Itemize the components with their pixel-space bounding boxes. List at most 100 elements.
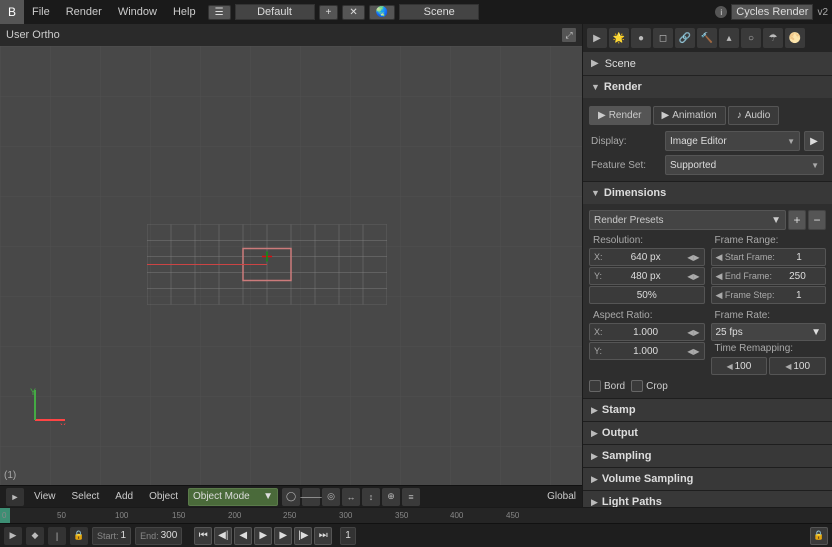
light-paths-section-header[interactable]: ▶ Light Paths — [583, 491, 832, 507]
feature-select[interactable]: Supported ▼ — [665, 155, 824, 175]
lock-icon[interactable]: 🔒 — [70, 527, 88, 545]
orient-icon[interactable]: ↕ — [362, 488, 380, 506]
x-screen-btn[interactable]: ✕ — [342, 5, 364, 20]
layer-icon[interactable]: ≡ — [402, 488, 420, 506]
ruler-mark-200: 200 — [228, 511, 241, 520]
aspect-x-field[interactable]: X: 1.000 ◀▶ — [589, 323, 705, 341]
menu-file[interactable]: File — [24, 0, 58, 24]
transform-icon[interactable]: ↔ — [342, 488, 360, 506]
dimensions-section-title: Dimensions — [604, 187, 666, 199]
next-frame-btn[interactable]: ▶ — [274, 527, 292, 545]
play-btn[interactable]: ▶ — [254, 527, 272, 545]
data-icon[interactable]: ▴ — [719, 28, 739, 48]
maximize-icon[interactable]: ⤢ — [562, 28, 576, 42]
add-menu[interactable]: Add — [109, 488, 139, 506]
top-bar: B File Render Window Help ☰ Default + ✕ … — [0, 0, 832, 24]
presets-select[interactable]: Render Presets ▼ — [589, 210, 786, 230]
fps-select[interactable]: 25 fps ▼ — [711, 323, 827, 341]
viewport-header: User Ortho ⤢ — [0, 24, 582, 46]
res-x-field[interactable]: X: 640 px ◀▶ — [589, 248, 705, 266]
menu-render[interactable]: Render — [58, 0, 110, 24]
preset-add-btn[interactable]: + — [788, 210, 806, 230]
ruler-mark-250: 250 — [283, 511, 296, 520]
object-menu[interactable]: Object — [143, 488, 184, 506]
remap-new-field[interactable]: ◀ 100 — [769, 357, 826, 375]
viewport-shading-icon[interactable]: ◯ — [282, 488, 300, 506]
frame-step-field[interactable]: ◀ Frame Step: 1 — [711, 286, 827, 304]
prev-keyframe-btn[interactable]: ◀| — [214, 527, 232, 545]
ruler-mark-450: 450 — [506, 511, 519, 520]
end-field-val[interactable]: 300 — [161, 530, 178, 541]
start-frame-field[interactable]: ◀ Start Frame: 1 — [711, 248, 827, 266]
blender-icon[interactable]: B — [0, 0, 24, 24]
sampling-section-title: Sampling — [602, 450, 652, 462]
modifier-icon[interactable]: 🔨 — [697, 28, 717, 48]
view-menu[interactable]: View — [28, 488, 62, 506]
end-lock-btn[interactable]: 🔒 — [810, 527, 828, 545]
screen-mode-btn[interactable]: ☰ — [208, 5, 231, 20]
manipulator-icon[interactable]: ⊕ — [382, 488, 400, 506]
sampling-arrow-icon: ▶ — [591, 451, 598, 462]
add-screen-btn[interactable]: + — [319, 5, 339, 20]
snap-icon[interactable]: ⸻ — [302, 488, 320, 506]
stamp-section-header[interactable]: ▶ Stamp — [583, 399, 832, 421]
display-icon-btn[interactable]: ▶ — [804, 131, 824, 151]
output-section-header[interactable]: ▶ Output — [583, 422, 832, 444]
jump-start-btn[interactable]: ⏮ — [194, 527, 212, 545]
scene-props-icon[interactable]: 🌟 — [609, 28, 629, 48]
particles-icon[interactable]: ☂ — [763, 28, 783, 48]
sampling-section-header[interactable]: ▶ Sampling — [583, 445, 832, 467]
render-arrow-icon: ▼ — [591, 82, 600, 92]
bord-checkbox[interactable] — [589, 380, 601, 392]
menu-help[interactable]: Help — [165, 0, 204, 24]
status-bar: ▶ ◆ | 🔒 Start: 1 End: 300 ⏮ ◀| ◀ ▶ ▶ |▶ … — [0, 523, 832, 547]
world-icon[interactable]: ● — [631, 28, 651, 48]
frame-rate-col: Frame Rate: 25 fps ▼ Time Remapping: ◀ 1… — [711, 309, 827, 376]
timeline-ruler[interactable]: 0 50 100 150 200 250 300 350 400 450 — [0, 507, 832, 523]
workspace-label[interactable]: Default — [235, 4, 315, 20]
constraint-icon[interactable]: 🔗 — [675, 28, 695, 48]
aspect-y-field[interactable]: Y: 1.000 ◀▶ — [589, 342, 705, 360]
viewport-title: User Ortho — [6, 29, 60, 41]
display-select[interactable]: Image Editor ▼ — [665, 131, 800, 151]
render-tab-audio[interactable]: ♪ Audio — [728, 106, 780, 125]
remap-old-field[interactable]: ◀ 100 — [711, 357, 768, 375]
prev-frame-btn[interactable]: ◀ — [234, 527, 252, 545]
render-tabs: ▶ Render ▶ Animation ♪ Audio — [583, 102, 832, 129]
keyframe-icon[interactable]: ◆ — [26, 527, 44, 545]
engine-select[interactable]: Cycles Render — [731, 4, 813, 20]
next-keyframe-btn[interactable]: |▶ — [294, 527, 312, 545]
render-icon[interactable]: ▶ — [587, 28, 607, 48]
crop-checkbox-group: Crop — [631, 380, 668, 392]
animation-icon: ▶ — [662, 110, 670, 121]
proportional-edit-icon[interactable]: ◎ — [322, 488, 340, 506]
material-icon[interactable]: ○ — [741, 28, 761, 48]
frame-counter[interactable]: 1 — [345, 530, 351, 541]
physics-icon[interactable]: 🌕 — [785, 28, 805, 48]
output-section-title: Output — [602, 427, 638, 439]
view-type-icon[interactable]: ► — [6, 488, 24, 506]
pct-field[interactable]: 50% — [589, 286, 705, 304]
viewport-canvas[interactable]: X Y (1) — [0, 46, 582, 485]
crop-checkbox[interactable] — [631, 380, 643, 392]
render-tab-render[interactable]: ▶ Render — [589, 106, 651, 125]
object-icon[interactable]: ◻ — [653, 28, 673, 48]
res-y-field[interactable]: Y: 480 px ◀▶ — [589, 267, 705, 285]
preset-remove-btn[interactable]: − — [808, 210, 826, 230]
select-menu[interactable]: Select — [66, 488, 106, 506]
marker-icon[interactable]: | — [48, 527, 66, 545]
scene-label[interactable]: Scene — [399, 4, 479, 20]
volume-sampling-section-header[interactable]: ▶ Volume Sampling — [583, 468, 832, 490]
render-section-header[interactable]: ▼ Render — [583, 76, 832, 98]
render-tab-animation[interactable]: ▶ Animation — [653, 106, 726, 125]
scene-icon-btn[interactable]: 🌏 — [369, 5, 395, 20]
object-mode-select[interactable]: Object Mode ▼ — [188, 488, 278, 506]
status-end: 🔒 — [810, 527, 828, 545]
dimensions-section-header[interactable]: ▼ Dimensions — [583, 182, 832, 204]
start-field-val[interactable]: 1 — [121, 530, 127, 541]
end-frame-field[interactable]: ◀ End Frame: 250 — [711, 267, 827, 285]
render-section-title: Render — [604, 81, 642, 93]
menu-window[interactable]: Window — [110, 0, 165, 24]
timeline-type-icon[interactable]: ▶ — [4, 527, 22, 545]
jump-end-btn[interactable]: ⏭ — [314, 527, 332, 545]
